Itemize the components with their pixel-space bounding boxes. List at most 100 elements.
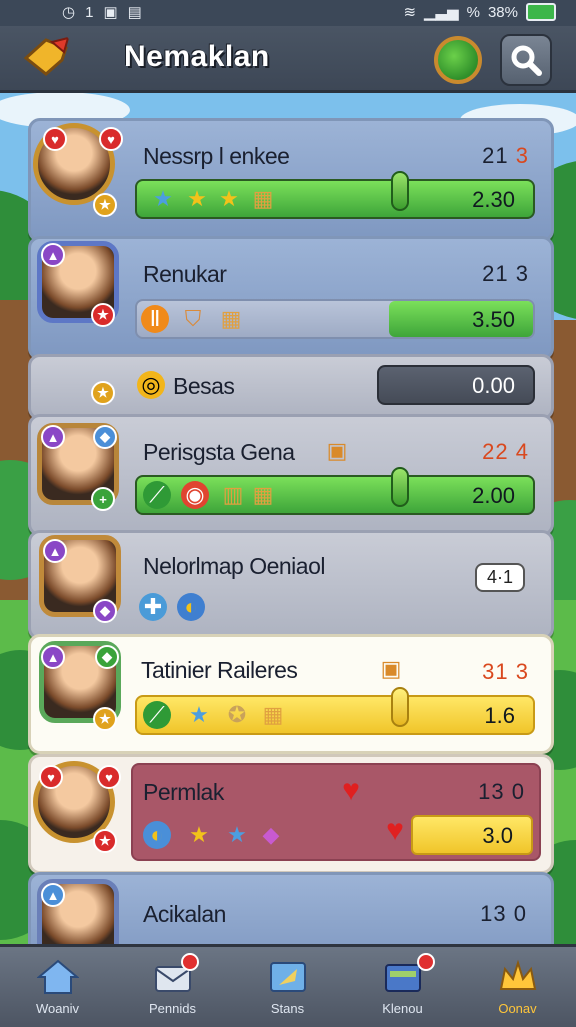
rank-badge-icon: ▲ (41, 883, 65, 907)
plus-badge-icon: + (91, 487, 115, 511)
star-badge-icon: ★ (93, 193, 117, 217)
treasure-icon: ▦ (262, 702, 284, 727)
list-item[interactable]: ▲ ★ Renukar 21 3 3.50 Ⅱ ⛉ ▦ (28, 236, 554, 360)
rank-highlight: 31 3 (482, 659, 529, 684)
player-rank: 13 0 (480, 901, 527, 926)
star-badge-icon: ★ (93, 829, 117, 853)
player-name: Permlak (143, 779, 224, 805)
nav-label: Stans (270, 1001, 305, 1016)
score-value: 0.00 (472, 373, 515, 398)
page-title: Nemaklan (124, 40, 270, 73)
search-icon (511, 45, 542, 76)
player-name: Acikalan (143, 901, 226, 927)
star-icon: ★ (153, 186, 173, 211)
home-icon (36, 959, 79, 994)
potion-icon: ⛉ (184, 306, 202, 331)
score-value: 3.50 (472, 307, 515, 332)
nav-label: Klenou (382, 1001, 423, 1016)
nav-label: Pennids (149, 1001, 196, 1016)
orb-icon: ◐ (177, 593, 205, 621)
player-rank: 21 3 (482, 143, 529, 169)
score-value: 2.00 (472, 483, 515, 508)
arrow-icon: ✚ (139, 593, 167, 621)
rank-badge-icon: ♥ (39, 765, 63, 789)
chest-icon: ▣ (326, 438, 348, 463)
leaf-icon: ⟋ (143, 701, 171, 729)
battery-text: 38% (487, 3, 518, 21)
back-arrow-icon[interactable] (22, 34, 70, 82)
search-button[interactable] (500, 34, 552, 86)
rank-badge-icon: ▲ (41, 243, 65, 267)
count-pill: 4·1 (475, 563, 526, 592)
status-right: ≋ ▁▃▅ % 38% (403, 3, 556, 21)
treasure-icon: ▦ (252, 186, 274, 211)
list-item[interactable]: ★ ◎ Besas 0.00 (28, 354, 554, 420)
star-badge-icon: ★ (93, 707, 117, 731)
wifi-icon: ≋ (403, 4, 417, 21)
gallery-icon: ▤ (127, 4, 142, 21)
score-bar: 0.00 (377, 365, 535, 405)
player-name: Nelorlmap Oeniaol (143, 553, 325, 579)
orb-icon: ◐ (143, 821, 171, 849)
map-icon (269, 962, 306, 992)
status-left-text: 1 (85, 3, 94, 21)
rank-number: 21 (482, 143, 509, 168)
rank-badge-icon: ▲ (43, 539, 67, 563)
player-name: Tatinier Raileres (141, 657, 298, 683)
app-header: Nemaklan (0, 26, 576, 93)
nav-item-home[interactable]: Woaniv (0, 947, 115, 1027)
player-name: Renukar (143, 261, 227, 287)
score-value: 1.6 (484, 703, 515, 728)
square-icon: ▣ (103, 4, 118, 21)
list-item[interactable]: ▲ ◆ + Perisgsta Gena ▣ 22 4 2.00 ⟋ ◉ ▥ ▦ (28, 414, 554, 536)
score-value: 3.0 (482, 823, 513, 848)
star-icon: ★ (189, 702, 209, 727)
status-left: ◷ 1 ▣ ▤ (62, 3, 142, 22)
leaf-icon: ⟋ (143, 481, 171, 509)
bar-marker-icon (391, 467, 409, 507)
profile-button[interactable] (434, 36, 482, 84)
score-value: 2.30 (472, 187, 515, 212)
player-rank: 21 3 (482, 261, 529, 286)
star-icon: ★ (227, 822, 247, 847)
gem-badge-icon: ◆ (93, 599, 117, 623)
rank-badge-icon: ▲ (41, 645, 65, 669)
player-rank: 22 4 (482, 439, 529, 465)
gem-icon: ◆ (262, 822, 280, 847)
nav-label: Oonav (498, 1001, 537, 1016)
rank-badge-icon: ▲ (41, 425, 65, 449)
heart-badge-icon: ♥ (99, 127, 123, 151)
shield-badge-icon: ◆ (95, 645, 119, 669)
rank-highlight: 3 (515, 143, 529, 168)
player-name: Besas (173, 373, 235, 399)
player-rank: 13 0 (478, 779, 525, 804)
signal-text: % (466, 3, 480, 21)
nav-item-mail[interactable]: Pennids (115, 947, 230, 1027)
signal-icon: ▁▃▅ (424, 4, 459, 21)
alarm-icon: ◷ (62, 4, 76, 21)
treasure-icon: ▦ (220, 306, 242, 331)
score-bar: 3.0 (411, 815, 533, 855)
rank-badge-icon: ♥ (43, 127, 67, 151)
nav-item-crown[interactable]: Oonav (460, 947, 575, 1027)
list-item[interactable]: ♥ ♥ ★ Nessrp l enkee 21 3 2.30 ★ ★ ★ ▦ (28, 118, 554, 242)
nav-item-map[interactable]: Stans (230, 947, 345, 1027)
heart-icon: ♥ (342, 774, 360, 807)
bottom-nav: Woaniv Pennids Stans Klenou Oonav (0, 944, 576, 1027)
nav-label: Woaniv (35, 1001, 80, 1016)
nav-item-shop[interactable]: Klenou (345, 947, 460, 1027)
coin-icon: ◎ (137, 371, 165, 399)
star-outline-icon: ✪ (227, 702, 247, 727)
bar-marker-icon (391, 171, 409, 211)
player-name: Nessrp l enkee (143, 143, 290, 169)
list-item[interactable]: ▲ ◆ ★ Tatinier Raileres ▣ 31 3 1.6 ⟋ ★ ✪… (28, 634, 554, 754)
player-name: Perisgsta Gena (143, 439, 295, 465)
list-item[interactable]: ♥ ♥ ★ Permlak ♥ 13 0 3.0 ♥ ◐ ★ ★ ◆ (28, 754, 554, 874)
chest-icon: ▣ (380, 656, 402, 681)
rank-highlight: 22 4 (482, 439, 529, 464)
star-badge-icon: ★ (91, 381, 115, 405)
battery-icon (526, 3, 556, 21)
list-item[interactable]: ▲ ◆ Nelorlmap Oeniaol 4·1 ✚ ◐ (28, 530, 554, 640)
bar-marker-icon (391, 687, 409, 727)
jar-icon: ▥ (222, 482, 244, 507)
